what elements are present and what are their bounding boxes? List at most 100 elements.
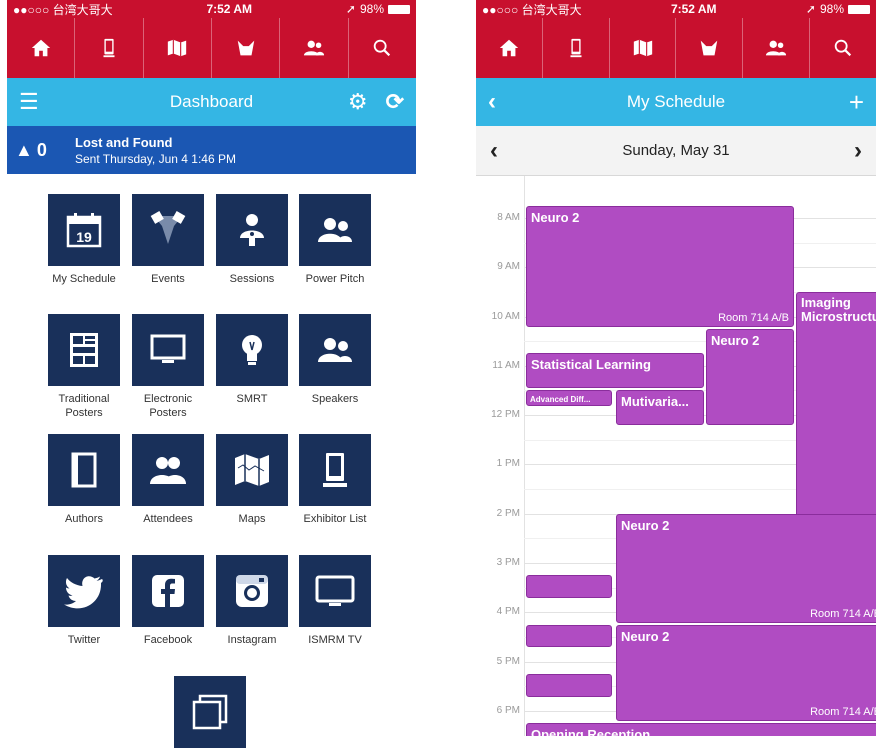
dashboard-tile[interactable]: SMRT: [209, 314, 295, 406]
search-icon: [374, 39, 391, 57]
battery-status: ➚ 98%: [806, 2, 870, 16]
event-name: Imaging Microstructure: [801, 294, 876, 324]
tile-label: Exhibitor List: [303, 513, 367, 525]
warning-icon: ▲: [15, 139, 33, 160]
time-column-divider: [524, 176, 525, 736]
facebook-icon: [132, 555, 204, 627]
event-name: Opening Reception: [531, 727, 651, 736]
calendar-icon: 19: [48, 194, 120, 266]
tab-map[interactable]: [144, 18, 212, 78]
gear-icon[interactable]: ⚙: [348, 89, 368, 115]
dashboard-tile[interactable]: Authors: [41, 434, 127, 526]
alert-count-value: 0: [36, 139, 47, 160]
device-icon: [103, 38, 115, 58]
dashboard-tile[interactable]: Electronic Posters: [125, 314, 211, 420]
dashboard-tile[interactable]: Exhibitor List: [292, 434, 378, 526]
tab-map[interactable]: [610, 18, 677, 78]
dashboard-tile[interactable]: Attendees: [125, 434, 211, 526]
dashboard-tile[interactable]: Events: [125, 194, 211, 286]
hour-label: 2 PM: [496, 507, 520, 519]
schedule-event[interactable]: [526, 624, 612, 648]
dashboard-tile[interactable]: Power Pitch: [292, 194, 378, 286]
schedule-event[interactable]: Opening Reception: [526, 723, 876, 736]
current-date: Sunday, May 31: [622, 142, 730, 159]
dashboard-screen: ●●○○○ 台湾大哥大 7:52 AM ➚ 98% ☰ Dashboard ⚙ …: [7, 0, 416, 751]
location-arrow-icon: ➚: [345, 2, 356, 16]
schedule-event[interactable]: Advanced Diff...: [526, 390, 612, 407]
dashboard-tile[interactable]: ISMRM TV: [292, 555, 378, 647]
schedule-event[interactable]: Neuro 2: [706, 328, 794, 426]
map-icon: [633, 39, 652, 57]
hour-label: 10 AM: [491, 310, 520, 322]
tab-search[interactable]: [349, 18, 416, 78]
tab-people[interactable]: [280, 18, 349, 78]
schedule-event[interactable]: [526, 575, 612, 598]
tab-home[interactable]: [7, 18, 76, 78]
dashboard-tile[interactable]: Twitter: [41, 555, 127, 647]
schedule-event[interactable]: Neuro 2 Room 714 A/B: [616, 513, 876, 623]
tile-label: Maps: [238, 513, 266, 525]
event-name: Neuro 2: [621, 517, 670, 533]
dashboard-tile[interactable]: Maps: [209, 434, 295, 526]
schedule-nav-bar: ‹ My Schedule +: [476, 78, 876, 126]
book-icon: [48, 434, 120, 506]
dashboard-tile[interactable]: [167, 676, 253, 748]
next-day-icon[interactable]: ›: [854, 137, 862, 165]
tile-label: Sessions: [229, 273, 275, 285]
event-name: Neuro 2: [531, 209, 580, 225]
carrier-label: ●●○○○ 台湾大哥大: [13, 2, 113, 17]
tab-search[interactable]: [810, 18, 876, 78]
battery-icon: [388, 4, 410, 14]
back-icon[interactable]: ‹: [488, 88, 496, 116]
dashboard-tile[interactable]: Facebook: [125, 555, 211, 647]
schedule-screen: ●●○○○ 台湾大哥大 7:52 AM ➚ 98% ‹ My Schedule …: [476, 0, 876, 751]
hour-label: 8 AM: [497, 211, 520, 223]
status-bar: ●●○○○ 台湾大哥大 7:52 AM ➚ 98%: [476, 0, 876, 18]
top-tab-bar: [476, 18, 876, 78]
dashboard-tile[interactable]: Traditional Posters: [41, 314, 127, 420]
tab-poster[interactable]: [212, 18, 281, 78]
tab-poster[interactable]: [676, 18, 744, 78]
dashboard-tile[interactable]: 19 My Schedule: [41, 194, 127, 286]
monitor-icon: [132, 314, 204, 386]
tile-label: Events: [151, 273, 185, 285]
schedule-event[interactable]: Mutivaria...: [616, 390, 704, 426]
add-icon[interactable]: +: [849, 87, 864, 118]
poster-board-icon: [48, 314, 120, 386]
alert-banner[interactable]: ▲ 0 Lost and Found Sent Thursday, Jun 4 …: [7, 126, 416, 174]
prev-day-icon[interactable]: ‹: [490, 137, 498, 165]
schedule-event[interactable]: [526, 673, 612, 697]
day-calendar[interactable]: 8 AM 9 AM 10 AM 11 AM 12 PM 1 PM 2 PM 3 PM 4 PM 5…: [476, 176, 876, 736]
map-icon: [216, 434, 288, 506]
svg-text:19: 19: [76, 229, 92, 245]
gallery-icon: [174, 676, 246, 748]
kiosk-icon: [299, 434, 371, 506]
schedule-event[interactable]: Neuro 2 Room 714 A/B: [526, 205, 794, 327]
group-icon: [132, 434, 204, 506]
hour-label: 12 PM: [491, 409, 520, 421]
tile-label: Speakers: [311, 393, 359, 405]
dashboard-nav-bar: ☰ Dashboard ⚙ ⟳: [7, 78, 416, 126]
dashboard-tile[interactable]: Speakers: [292, 314, 378, 406]
device-icon: [570, 38, 582, 58]
tile-label: Electronic Posters: [143, 393, 193, 419]
refresh-icon[interactable]: ⟳: [386, 89, 404, 115]
tab-people[interactable]: [743, 18, 811, 78]
event-name: Mutivaria...: [621, 394, 689, 410]
schedule-event[interactable]: Statistical Learning: [526, 353, 704, 389]
tab-device[interactable]: [543, 18, 610, 78]
schedule-event[interactable]: Neuro 2 Room 714 A/B: [616, 624, 876, 722]
poster-icon: [237, 40, 254, 56]
battery-icon: [848, 4, 870, 14]
tile-label: SMRT: [236, 393, 268, 405]
tab-home[interactable]: [476, 18, 543, 78]
tab-device[interactable]: [75, 18, 144, 78]
tile-label: ISMRM TV: [308, 634, 362, 646]
dashboard-tile[interactable]: Sessions: [209, 194, 295, 286]
menu-icon[interactable]: ☰: [19, 91, 39, 113]
hour-label: 11 AM: [492, 359, 520, 371]
dashboard-tile[interactable]: Instagram: [209, 555, 295, 647]
carrier-label: ●●○○○ 台湾大哥大: [482, 2, 582, 17]
schedule-event[interactable]: Imaging MicrostructureRoom 718 A: [796, 291, 876, 537]
event-name: Neuro 2: [711, 332, 760, 348]
